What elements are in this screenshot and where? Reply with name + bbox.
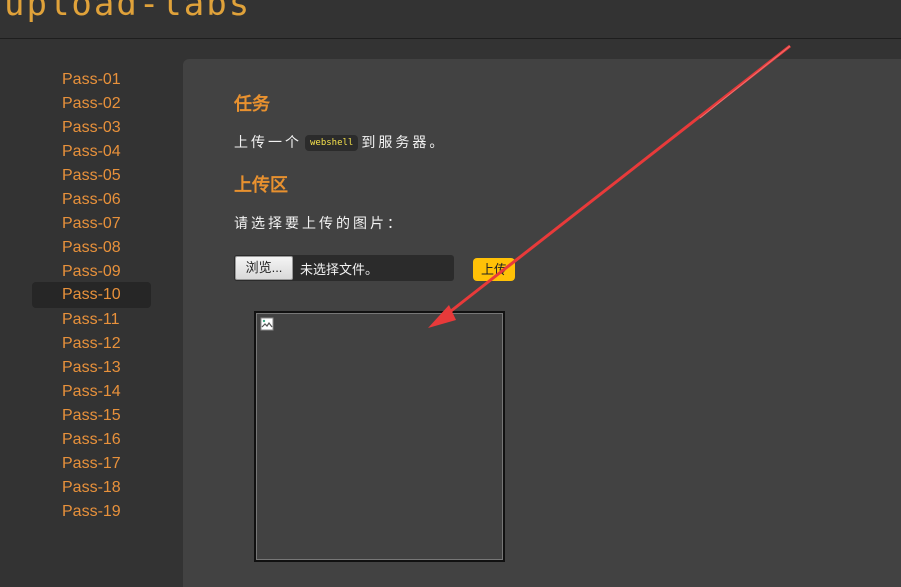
sidebar-item-pass-07[interactable]: Pass-07 — [32, 211, 151, 237]
task-title: 任务 — [234, 94, 270, 114]
task-code: webshell — [305, 135, 359, 152]
sidebar-item-pass-13[interactable]: Pass-13 — [32, 355, 151, 381]
sidebar-item-pass-03[interactable]: Pass-03 — [32, 115, 151, 141]
sidebar-item-pass-17[interactable]: Pass-17 — [32, 451, 151, 477]
upload-title: 上传区 — [234, 175, 288, 195]
file-status: 未选择文件。 — [300, 262, 379, 277]
sidebar-item-pass-15[interactable]: Pass-15 — [32, 403, 151, 429]
sidebar-item-pass-16[interactable]: Pass-16 — [32, 427, 151, 453]
sidebar-item-pass-19[interactable]: Pass-19 — [32, 499, 151, 525]
sidebar-item-pass-10[interactable]: Pass-10 — [32, 282, 151, 308]
task-text-after: 到服务器。 — [361, 134, 447, 150]
sidebar-item-pass-05[interactable]: Pass-05 — [32, 163, 151, 189]
sidebar-item-pass-18[interactable]: Pass-18 — [32, 475, 151, 501]
file-input[interactable]: 浏览... 未选择文件。 — [234, 255, 454, 281]
image-preview — [254, 311, 505, 562]
sidebar-item-pass-02[interactable]: Pass-02 — [32, 91, 151, 117]
sidebar-item-pass-11[interactable]: Pass-11 — [32, 307, 151, 333]
task-text-before: 上传一个 — [234, 134, 302, 150]
sidebar-item-pass-08[interactable]: Pass-08 — [32, 235, 151, 261]
sidebar-item-pass-06[interactable]: Pass-06 — [32, 187, 151, 213]
sidebar-item-pass-01[interactable]: Pass-01 — [32, 67, 151, 93]
sidebar: Pass-01 Pass-02 Pass-03 Pass-04 Pass-05 … — [0, 40, 183, 587]
sidebar-item-pass-14[interactable]: Pass-14 — [32, 379, 151, 405]
sidebar-item-pass-12[interactable]: Pass-12 — [32, 331, 151, 357]
header-bar: upload-labs — [0, 0, 901, 39]
broken-image-icon — [260, 317, 274, 331]
task-description: 上传一个 webshell 到服务器。 — [234, 132, 446, 152]
site-logo: upload-labs — [4, 0, 252, 24]
upload-button[interactable]: 上传 — [473, 258, 515, 281]
sidebar-item-pass-04[interactable]: Pass-04 — [32, 139, 151, 165]
upload-prompt: 请选择要上传的图片： — [234, 215, 404, 231]
browse-button[interactable]: 浏览... — [235, 256, 293, 280]
main-panel: 任务 上传一个 webshell 到服务器。 上传区 请选择要上传的图片： 浏览..… — [183, 59, 901, 587]
